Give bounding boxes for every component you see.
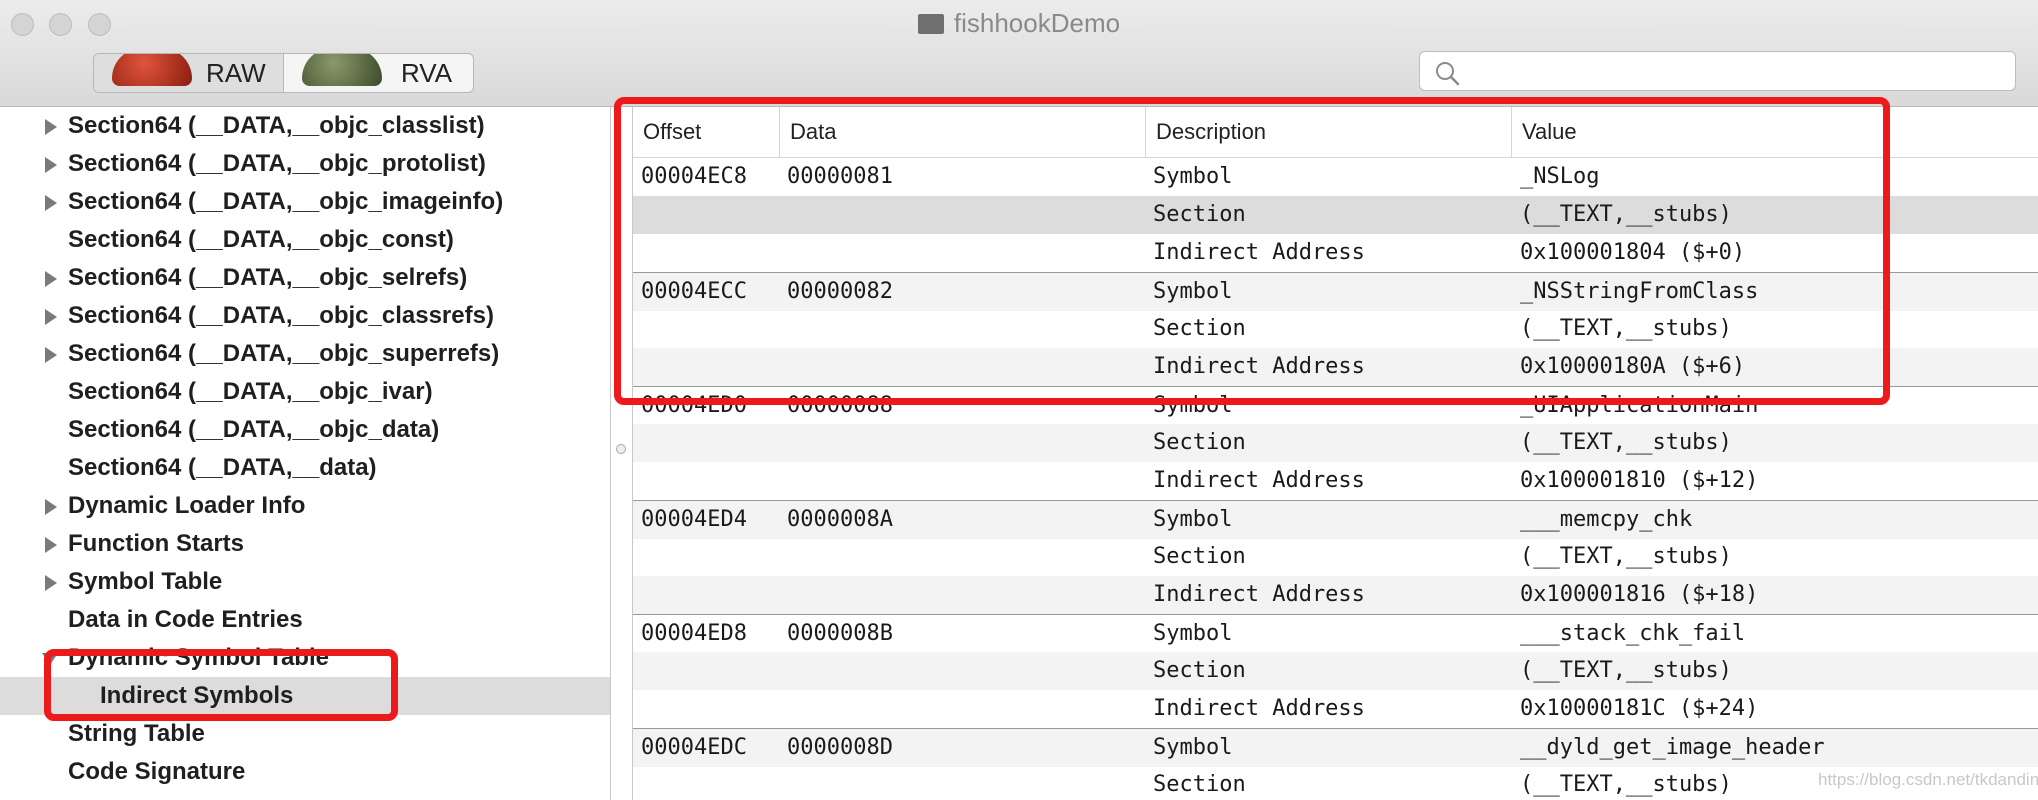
table-row[interactable]: Section (__TEXT,__stubs) xyxy=(633,538,2038,576)
sidebar-item-label: Dynamic Loader Info xyxy=(68,492,306,519)
cell-value: (__TEXT,__stubs) xyxy=(1520,772,1732,797)
sidebar-item-label: Section64 (__DATA,__objc_ivar) xyxy=(68,378,433,405)
sidebar-item[interactable]: Data in Code Entries xyxy=(0,601,610,639)
sidebar-item[interactable]: Section64 (__DATA,__data) xyxy=(0,449,610,487)
sidebar-item-label: Section64 (__DATA,__objc_classlist) xyxy=(68,112,485,139)
cell-data: 0000008B xyxy=(787,621,893,646)
sidebar-item-label: Section64 (__DATA,__objc_data) xyxy=(68,416,440,443)
cell-description: Symbol xyxy=(1153,735,1233,760)
search-icon xyxy=(1436,62,1460,86)
disclosure-triangle-collapsed-icon[interactable] xyxy=(45,347,57,363)
watermark: https://blog.csdn.net/tkdanding xyxy=(1818,770,2038,789)
sidebar-item-label: Section64 (__DATA,__objc_classrefs) xyxy=(68,302,494,329)
sidebar-item[interactable]: Section64 (__DATA,__objc_imageinfo) xyxy=(0,183,610,221)
cell-value: 0x100001810 ($+12) xyxy=(1520,468,1759,493)
cell-description: Indirect Address xyxy=(1153,696,1365,721)
sidebar-item[interactable]: Code Signature xyxy=(0,753,610,791)
disclosure-triangle-collapsed-icon[interactable] xyxy=(45,195,57,211)
cell-value: (__TEXT,__stubs) xyxy=(1520,544,1732,569)
cell-value: ___memcpy_chk xyxy=(1520,507,1693,532)
sidebar-item-label: Code Signature xyxy=(68,758,246,785)
cell-data: 0000008D xyxy=(787,735,893,760)
sidebar-item-label: Data in Code Entries xyxy=(68,606,303,633)
table-row[interactable]: Indirect Address 0x10000181C ($+24) xyxy=(633,690,2038,728)
sidebar-item-label: Section64 (__DATA,__objc_const) xyxy=(68,226,454,253)
sidebar-item-label: Section64 (__DATA,__objc_protolist) xyxy=(68,150,486,177)
address-mode-segmented-control: RAW RVA xyxy=(93,53,474,93)
table-row[interactable]: 00004EDC 0000008D Symbol __dyld_get_image_h… xyxy=(633,728,2038,767)
disclosure-triangle-collapsed-icon[interactable] xyxy=(45,537,57,553)
raw-ladybug-icon xyxy=(112,54,192,86)
cell-value: __dyld_get_image_header xyxy=(1520,735,1825,760)
sidebar-item-label: Function Starts xyxy=(68,530,245,557)
raw-mode-label: RAW xyxy=(206,58,266,88)
window-title-text: fishhookDemo xyxy=(953,8,1121,38)
sidebar-item[interactable]: Section64 (__DATA,__objc_superrefs) xyxy=(0,335,610,373)
window-title: fishhookDemo xyxy=(0,8,2038,39)
highlight-box-table xyxy=(614,97,1890,405)
sidebar-item-label: Symbol Table xyxy=(68,568,223,595)
table-row[interactable]: 00004ED8 0000008B Symbol ___stack_chk_fail xyxy=(633,614,2038,653)
cell-description: Section xyxy=(1153,544,1246,569)
cell-description: Symbol xyxy=(1153,507,1233,532)
cell-value: (__TEXT,__stubs) xyxy=(1520,430,1732,455)
cell-offset: 00004EDC xyxy=(641,735,747,760)
sidebar-item[interactable]: Function Starts xyxy=(0,525,610,563)
disclosure-triangle-collapsed-icon[interactable] xyxy=(45,575,57,591)
rva-mode-button[interactable]: RVA xyxy=(284,54,473,92)
cell-value: ___stack_chk_fail xyxy=(1520,621,1746,646)
rva-mode-label: RVA xyxy=(401,58,453,88)
search-input[interactable] xyxy=(1419,51,2016,91)
cell-offset: 00004ED8 xyxy=(641,621,747,646)
sidebar-item[interactable]: Section64 (__DATA,__objc_protolist) xyxy=(0,145,610,183)
table-row[interactable]: Section (__TEXT,__stubs) xyxy=(633,424,2038,462)
cell-data: 0000008A xyxy=(787,507,893,532)
sidebar-item-label: Section64 (__DATA,__objc_imageinfo) xyxy=(68,188,504,215)
disclosure-triangle-collapsed-icon[interactable] xyxy=(45,157,57,173)
cell-description: Symbol xyxy=(1153,621,1233,646)
disclosure-triangle-collapsed-icon[interactable] xyxy=(45,271,57,287)
sidebar-item[interactable]: Section64 (__DATA,__objc_ivar) xyxy=(0,373,610,411)
table-row[interactable]: 00004ED4 0000008A Symbol ___memcpy_chk xyxy=(633,500,2038,539)
sidebar-item[interactable]: Symbol Table xyxy=(0,563,610,601)
sidebar-item[interactable]: Section64 (__DATA,__objc_data) xyxy=(0,411,610,449)
cell-description: Indirect Address xyxy=(1153,468,1365,493)
raw-mode-button[interactable]: RAW xyxy=(94,54,284,92)
table-row[interactable]: Indirect Address 0x100001816 ($+18) xyxy=(633,576,2038,614)
cell-description: Indirect Address xyxy=(1153,582,1365,607)
cell-description: Section xyxy=(1153,430,1246,455)
sidebar-item[interactable]: Section64 (__DATA,__objc_const) xyxy=(0,221,610,259)
cell-value: 0x100001816 ($+18) xyxy=(1520,582,1759,607)
window-titlebar: fishhookDemo RAW RVA xyxy=(0,0,2038,107)
sidebar-item[interactable]: Section64 (__DATA,__objc_selrefs) xyxy=(0,259,610,297)
sidebar-item-label: Section64 (__DATA,__data) xyxy=(68,454,377,481)
sidebar-item[interactable]: Dynamic Loader Info xyxy=(0,487,610,525)
sidebar-item[interactable]: Section64 (__DATA,__objc_classrefs) xyxy=(0,297,610,335)
sidebar-item-label: Section64 (__DATA,__objc_superrefs) xyxy=(68,340,500,367)
cell-value: (__TEXT,__stubs) xyxy=(1520,658,1732,683)
disclosure-triangle-collapsed-icon[interactable] xyxy=(45,499,57,515)
sidebar-item-label: Section64 (__DATA,__objc_selrefs) xyxy=(68,264,468,291)
cell-value: 0x10000181C ($+24) xyxy=(1520,696,1759,721)
disclosure-triangle-collapsed-icon[interactable] xyxy=(45,119,57,135)
cell-description: Section xyxy=(1153,772,1246,797)
cell-description: Section xyxy=(1153,658,1246,683)
document-icon xyxy=(917,14,944,34)
disclosure-triangle-collapsed-icon[interactable] xyxy=(45,309,57,325)
sidebar-item[interactable]: Section64 (__DATA,__objc_classlist) xyxy=(0,107,610,145)
highlight-box-sidebar xyxy=(44,649,398,721)
table-row[interactable]: Indirect Address 0x100001810 ($+12) xyxy=(633,462,2038,500)
split-view-divider-handle[interactable] xyxy=(616,444,626,454)
table-row[interactable]: Section (__TEXT,__stubs) xyxy=(633,652,2038,690)
cell-offset: 00004ED4 xyxy=(641,507,747,532)
rva-beetle-icon xyxy=(302,54,382,86)
